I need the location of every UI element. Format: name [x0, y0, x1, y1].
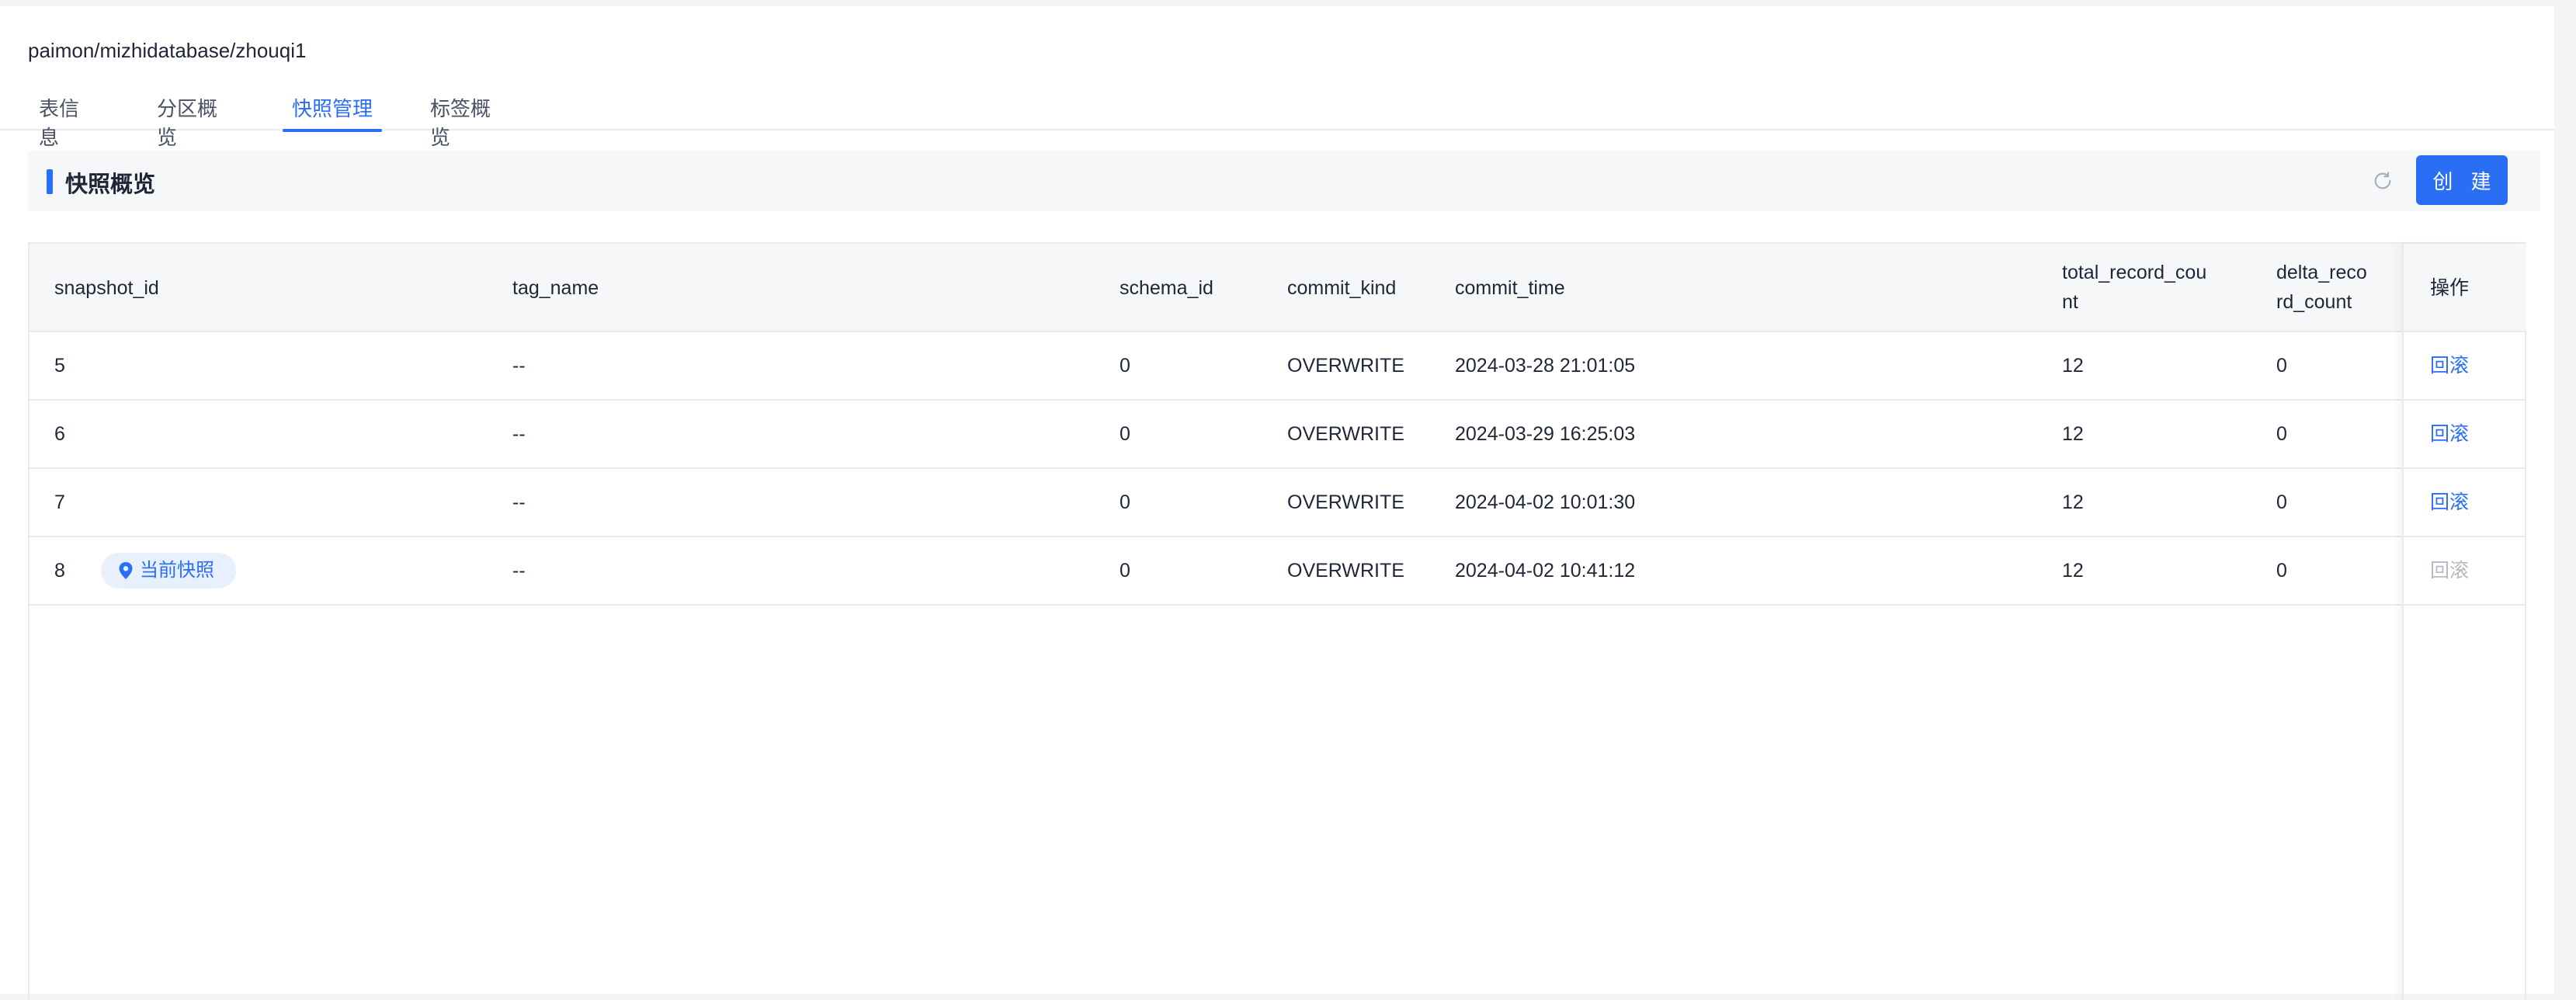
- table-row: 6 -- 0 OVERWRITE 2024-03-29 16:25:03 12 …: [30, 401, 2525, 469]
- cell-tag-name: --: [512, 355, 526, 377]
- column-header-delta-record-count: delta_reco rd_count: [2276, 258, 2367, 317]
- column-header-delta-record-count-line1: delta_reco: [2276, 262, 2367, 283]
- current-snapshot-badge: 当前快照: [101, 553, 236, 589]
- current-snapshot-label: 当前快照: [140, 560, 214, 581]
- section-title: 快照概览: [65, 172, 156, 197]
- operation-cell: 回滚: [2404, 332, 2526, 401]
- refresh-icon[interactable]: [2369, 168, 2396, 194]
- rollback-link[interactable]: 回滚: [2430, 401, 2469, 467]
- cell-snapshot-id: 8: [54, 560, 65, 582]
- column-header-commit-time: commit_time: [1455, 277, 1565, 299]
- column-header-total-record-count-line2: nt: [2062, 291, 2078, 313]
- rollback-link[interactable]: 回滚: [2430, 469, 2469, 536]
- operation-header-cell: 操作: [2404, 244, 2526, 332]
- cell-delta-record-count: 0: [2276, 355, 2287, 377]
- cell-delta-record-count: 0: [2276, 560, 2287, 582]
- cell-commit-time: 2024-04-02 10:41:12: [1455, 560, 1636, 582]
- cell-delta-record-count: 0: [2276, 423, 2287, 445]
- tab-partition-overview[interactable]: 分区概览: [157, 89, 234, 149]
- rollback-link-disabled: 回滚: [2430, 560, 2470, 582]
- location-pin-icon: [119, 562, 133, 579]
- column-header-total-record-count: total_record_cou nt: [2062, 258, 2206, 317]
- cell-snapshot-id: 5: [54, 355, 65, 377]
- tab-bar: 表信息 分区概览 快照管理 标签概览: [0, 89, 2554, 149]
- cell-schema-id: 0: [1120, 560, 1130, 582]
- rollback-link[interactable]: 回滚: [2430, 332, 2469, 399]
- operation-column: 操作 回滚 回滚 回滚 回滚: [2402, 244, 2526, 1000]
- operation-cell: 回滚: [2404, 469, 2526, 537]
- page: paimon/mizhidatabase/zhouqi1 表信息 分区概览 快照…: [0, 6, 2554, 1000]
- column-header-schema-id: schema_id: [1120, 277, 1213, 299]
- tab-tag-overview[interactable]: 标签概览: [430, 89, 508, 149]
- cell-commit-time: 2024-03-28 21:01:05: [1455, 355, 1636, 377]
- column-header-commit-kind: commit_kind: [1287, 277, 1397, 299]
- cell-tag-name: --: [512, 423, 526, 445]
- tab-table-info[interactable]: 表信息: [39, 89, 98, 149]
- section-header: 快照概览 创 建: [28, 151, 2540, 211]
- column-header-delta-record-count-line2: rd_count: [2276, 291, 2352, 313]
- table-row: 7 -- 0 OVERWRITE 2024-04-02 10:01:30 12 …: [30, 469, 2525, 537]
- cell-tag-name: --: [512, 560, 526, 582]
- cell-total-record-count: 12: [2062, 560, 2084, 582]
- cell-commit-time: 2024-03-29 16:25:03: [1455, 423, 1636, 445]
- snapshot-table: snapshot_id tag_name schema_id commit_ki…: [28, 242, 2526, 1000]
- create-button[interactable]: 创 建: [2416, 155, 2508, 205]
- column-header-total-record-count-line1: total_record_cou: [2062, 262, 2207, 283]
- cell-schema-id: 0: [1120, 423, 1130, 445]
- table-row: 5 -- 0 OVERWRITE 2024-03-28 21:01:05 12 …: [30, 332, 2525, 401]
- cell-snapshot-id: 7: [54, 491, 65, 513]
- cell-commit-kind: OVERWRITE: [1287, 560, 1404, 582]
- table-row-current: 8 当前快照 -- 0 OVERWRITE 2024-04-02 10:41:1…: [30, 537, 2525, 606]
- cell-schema-id: 0: [1120, 355, 1130, 377]
- operation-cell: 回滚: [2404, 537, 2526, 606]
- column-header-snapshot-id: snapshot_id: [54, 277, 159, 299]
- cell-tag-name: --: [512, 491, 526, 513]
- cell-snapshot-id: 6: [54, 423, 65, 445]
- cell-commit-kind: OVERWRITE: [1287, 355, 1404, 377]
- cell-total-record-count: 12: [2062, 355, 2084, 377]
- cell-commit-kind: OVERWRITE: [1287, 423, 1404, 445]
- cell-commit-kind: OVERWRITE: [1287, 491, 1404, 513]
- tab-snapshot-management[interactable]: 快照管理: [283, 89, 382, 132]
- table-header: snapshot_id tag_name schema_id commit_ki…: [30, 244, 2525, 332]
- column-header-tag-name: tag_name: [512, 277, 599, 299]
- cell-delta-record-count: 0: [2276, 491, 2287, 513]
- cell-total-record-count: 12: [2062, 423, 2084, 445]
- section-accent-bar: [47, 169, 53, 194]
- cell-schema-id: 0: [1120, 491, 1130, 513]
- column-header-actions: 操作: [2430, 277, 2470, 299]
- cell-total-record-count: 12: [2062, 491, 2084, 513]
- operation-cell: 回滚: [2404, 401, 2526, 469]
- breadcrumb: paimon/mizhidatabase/zhouqi1: [28, 39, 307, 62]
- cell-commit-time: 2024-04-02 10:01:30: [1455, 491, 1636, 513]
